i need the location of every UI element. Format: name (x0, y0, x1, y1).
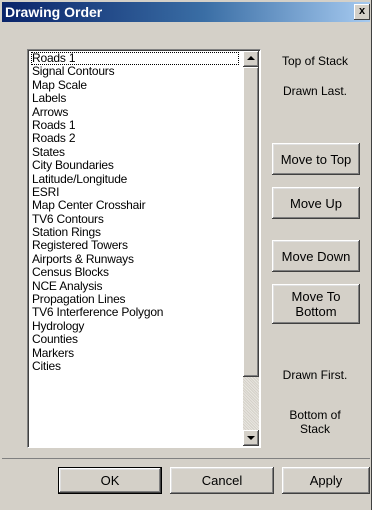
drawn-last-label: Drawn Last. (282, 84, 348, 98)
arrow-up-icon (247, 56, 255, 60)
list-item[interactable]: States (31, 145, 239, 159)
layer-list: Roads 1 Signal Contours Map Scale Labels Arr… (31, 51, 239, 373)
vertical-scrollbar[interactable] (243, 51, 259, 446)
list-item[interactable]: Roads 1 (31, 118, 239, 132)
bottom-of-stack-label: Bottom of Stack (289, 408, 341, 436)
title-bar[interactable]: Drawing Order x (2, 2, 370, 22)
list-item[interactable]: City Boundaries (31, 158, 239, 172)
list-item[interactable]: NCE Analysis (31, 279, 239, 293)
list-item[interactable]: Cities (31, 359, 239, 373)
close-icon: x (358, 5, 366, 17)
scroll-thumb[interactable] (243, 67, 259, 377)
list-item[interactable]: Map Center Crosshair (31, 198, 239, 212)
list-item[interactable]: Census Blocks (31, 265, 239, 279)
close-button[interactable]: x (354, 4, 370, 20)
move-up-button[interactable]: Move Up (272, 187, 360, 219)
list-item[interactable]: Map Scale (31, 78, 239, 92)
list-item[interactable]: Counties (31, 332, 239, 346)
list-item[interactable]: Latitude/Longitude (31, 172, 239, 186)
cancel-button[interactable]: Cancel (170, 467, 274, 494)
list-item[interactable]: Signal Contours (31, 64, 239, 78)
list-item[interactable]: ESRI (31, 185, 239, 199)
arrow-down-icon (247, 436, 255, 440)
apply-button[interactable]: Apply (282, 467, 370, 494)
drawing-order-dialog: Drawing Order x Roads 1 Signal Contours Ma… (0, 0, 372, 510)
list-item[interactable]: Hydrology (31, 319, 239, 333)
list-item[interactable]: Arrows (31, 105, 239, 119)
list-item[interactable]: Roads 1 (31, 51, 239, 66)
window-title: Drawing Order (5, 4, 103, 20)
list-item[interactable]: Propagation Lines (31, 292, 239, 306)
list-item[interactable]: Station Rings (31, 225, 239, 239)
list-item[interactable]: Markers (31, 346, 239, 360)
layer-listbox[interactable]: Roads 1 Signal Contours Map Scale Labels Arr… (27, 49, 261, 448)
list-item[interactable]: Roads 2 (31, 131, 239, 145)
list-item[interactable]: Airports & Runways (31, 252, 239, 266)
move-down-button[interactable]: Move Down (272, 240, 360, 272)
scroll-down-button[interactable] (243, 430, 259, 446)
move-to-top-button[interactable]: Move to Top (272, 143, 360, 175)
list-item[interactable]: Registered Towers (31, 239, 239, 253)
scroll-up-button[interactable] (243, 51, 259, 67)
list-item[interactable]: TV6 Interference Polygon (31, 306, 239, 320)
drawn-first-label: Drawn First. (282, 368, 348, 382)
list-item[interactable]: Labels (31, 91, 239, 105)
ok-button[interactable]: OK (58, 467, 162, 494)
list-item[interactable]: TV6 Contours (31, 212, 239, 226)
footer-divider (2, 458, 370, 459)
top-of-stack-label: Top of Stack (281, 54, 349, 68)
move-to-bottom-button[interactable]: Move To Bottom (272, 284, 360, 324)
